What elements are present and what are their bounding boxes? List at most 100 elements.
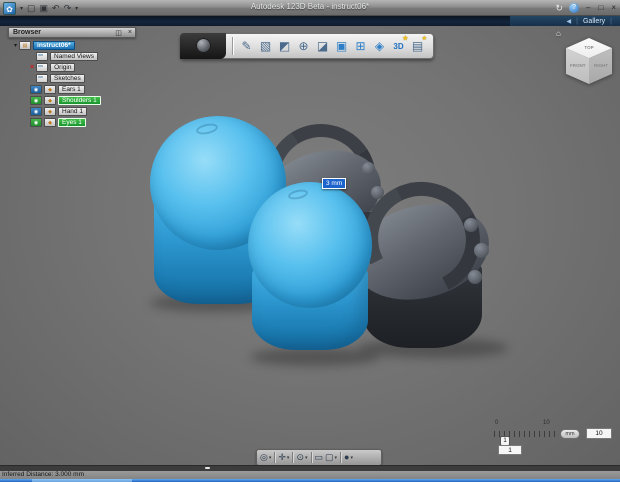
home-icon[interactable]: ⌂ [556,29,561,38]
browser-item-label[interactable]: instruct06* [33,40,75,50]
expand-icon[interactable]: ▾ [14,42,17,49]
dark-body-bump [468,270,482,284]
help-icon[interactable]: ? [569,3,580,13]
browser-item-root[interactable]: ▾ ▤ instruct06* [14,40,75,50]
minimize-button[interactable]: – [585,1,591,15]
browser-item-label[interactable]: Hand 1 [58,106,87,116]
insert-image-tool-icon[interactable]: ▤ ★ [408,35,427,57]
group-tool-icon[interactable]: ◈ [370,35,389,57]
browser-item-eyes[interactable]: ◉ ◆ Eyes 1 [30,117,86,127]
browser-item-label[interactable]: Origin [50,62,76,72]
pan-button[interactable]: ✛ ▾ [277,450,290,465]
chevron-down-icon[interactable]: ▾ [305,455,308,461]
browser-item-label[interactable]: Shoulders 1 [58,95,101,105]
dark-body-shoulder-right[interactable] [342,166,500,354]
blue-body-dome-right[interactable] [248,182,372,308]
collapse-left-icon[interactable]: ◀ [567,18,572,25]
combine-tool-icon[interactable]: ▣ [332,35,351,57]
browser-item-named-views[interactable]: Named Views [36,51,98,61]
document-icon: ▤ [19,40,32,50]
browser-item-ears[interactable]: ◉ ◆ Ears 1 [30,84,85,94]
folder-icon [36,62,49,72]
sync-icon[interactable]: ↻ [555,3,563,14]
look-at-button[interactable]: ▭ [314,450,325,465]
browser-item-origin[interactable]: × Origin [30,62,76,72]
visibility-icon[interactable]: ◉ [30,84,42,94]
orbit-icon: ◎ [260,452,268,462]
scale-min-label: 0 [495,420,499,426]
main-menu-button[interactable] [180,32,226,59]
browser-item-label[interactable]: Ears 1 [58,84,85,94]
orbit-button[interactable]: ◎ ▾ [259,450,272,465]
chevron-down-icon[interactable]: ▾ [287,455,290,461]
viewcube-top-label: TOP [584,45,594,50]
chevron-down-icon[interactable]: ▾ [269,455,272,461]
modify-tool-icon[interactable]: ◪ [313,35,332,57]
body-icon: ◆ [44,106,56,116]
display-style-icon: ● [344,452,350,462]
tab-gallery[interactable]: Gallery [583,18,605,25]
close-icon[interactable]: × [125,29,135,36]
pattern-tool-icon[interactable]: ⊞ [351,35,370,57]
toolbar-separator [274,452,276,463]
distance-tooltip: 3 mm [322,178,347,189]
body-icon: ◆ [44,84,56,94]
move-tool-icon[interactable]: ⊕ [294,35,313,57]
visibility-icon[interactable]: ◉ [30,106,42,116]
pin-icon[interactable]: ◫ [112,29,125,37]
viewport-canvas[interactable]: Browser ◫ × ▾ ▤ instruct06* Named Views … [0,26,620,465]
browser-item-shoulders[interactable]: ◉ ◆ Shoulders 1 [30,95,101,105]
view-box-icon: ▢ [325,452,334,462]
main-toolbar: ✎ ▧ ◩ ⊕ ◪ ▣ ⊞ ◈ 3D ★ ▤ ★ [180,32,434,59]
display-style-button[interactable]: ● ▾ [343,450,354,465]
snap-value-input[interactable]: 1 [498,445,522,455]
gallery-tab-group: ◀ | Gallery | [510,16,620,26]
browser-panel-header[interactable]: Browser ◫ × [8,27,136,38]
pan-icon: ✛ [278,452,286,462]
sketch-tool-icon[interactable]: ✎ [237,35,256,57]
splitter-handle[interactable] [205,467,210,469]
folder-icon [36,73,48,83]
toolbar-separator [340,452,342,463]
view-box-button[interactable]: ▢ ▾ [324,450,338,465]
browser-item-label[interactable]: Sketches [50,73,85,83]
dark-body-bump [474,243,489,258]
visibility-icon[interactable]: ◉ [30,117,42,127]
body-icon: ◆ [44,117,56,127]
dark-body-bump [362,162,375,175]
chevron-down-icon[interactable]: ▾ [350,455,353,461]
toolbar-separator [310,452,312,463]
titlebar-right-controls: ↻ ? – □ × [555,1,617,15]
status-bar: Inferred Distance: 3.000 mm [0,471,620,479]
browser-panel-title: Browser [13,29,42,36]
status-text: Inferred Distance: 3.000 mm [2,471,85,478]
divider: | [610,17,612,25]
zoom-button[interactable]: ⊙ ▾ [295,450,308,465]
app-window: ✿ ▾ ▢ ▣ ↶ ↷ ▾ Autodesk 123D Beta - instr… [0,0,620,482]
navigation-toolbar: ◎ ▾ ✛ ▾ ⊙ ▾ ▭ ▢ ▾ ● ▾ [256,449,382,465]
browser-item-label[interactable]: Eyes 1 [58,117,86,127]
title-bar: ✿ ▾ ▢ ▣ ↶ ↷ ▾ Autodesk 123D Beta - instr… [0,0,620,16]
restore-button[interactable]: □ [597,1,604,15]
primitives-tool-icon[interactable]: ▧ [256,35,275,57]
visibility-icon[interactable]: ◉ [30,95,42,105]
text-3d-tool-icon[interactable]: 3D ★ [389,35,408,57]
major-spacing-input[interactable]: 10 [586,428,612,439]
extrude-tool-icon[interactable]: ◩ [275,35,294,57]
browser-item-label[interactable]: Named Views [50,51,98,61]
browser-item-sketches[interactable]: Sketches [36,73,85,83]
divider: | [576,17,578,25]
viewcube-front-label: FRONT [570,63,586,68]
zoom-icon: ⊙ [296,452,304,462]
chevron-down-icon[interactable]: ▾ [335,455,338,461]
view-cube[interactable]: TOP FRONT RIGHT [566,38,612,84]
toolbar-separator [292,452,294,463]
dark-body-bump [464,218,478,232]
browser-item-hand[interactable]: ◉ ◆ Hand 1 [30,106,87,116]
close-button[interactable]: × [610,1,617,15]
viewcube-right-label: RIGHT [594,63,608,68]
hidden-x-icon: × [30,63,35,71]
star-icon: ★ [421,36,427,42]
units-button[interactable]: mm [560,429,580,439]
look-at-icon: ▭ [314,452,324,462]
